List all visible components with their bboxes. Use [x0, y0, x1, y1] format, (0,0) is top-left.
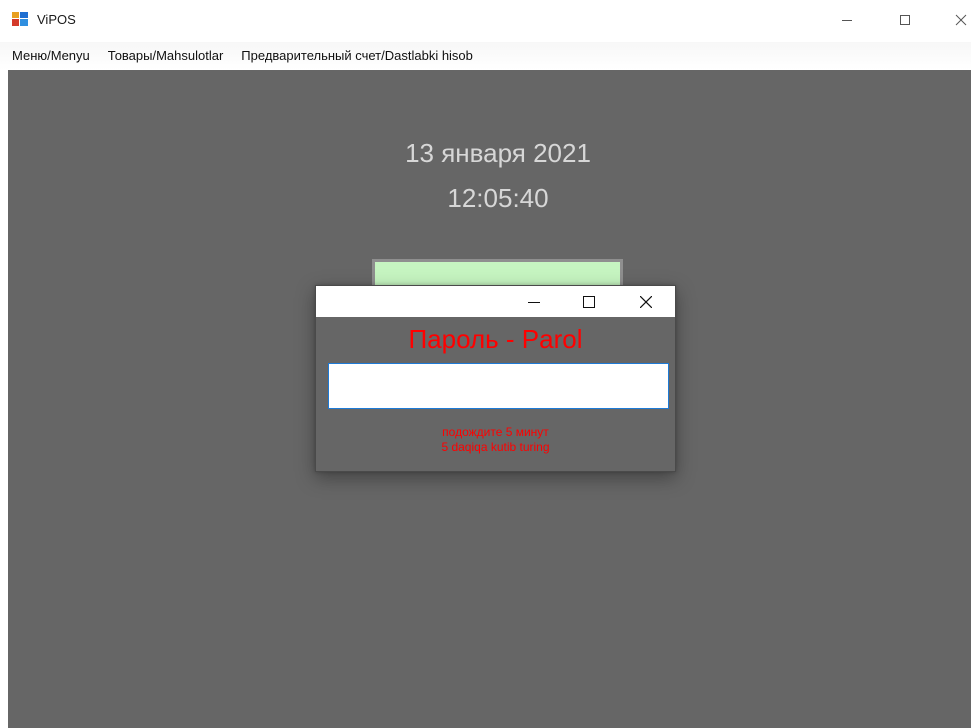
menu-item-menu[interactable]: Меню/Menyu [0, 42, 99, 70]
date-label: 13 января 2021 [405, 138, 591, 168]
password-heading: Пароль - Parol [408, 324, 583, 354]
vipos-window: ViPOS Меню/Menyu Товары/Mahsulotlar Пред… [0, 0, 971, 728]
password-input[interactable] [328, 363, 669, 409]
menu-item-products[interactable]: Товары/Mahsulotlar [99, 42, 233, 70]
maximize-button[interactable] [882, 0, 928, 40]
dialog-close-button[interactable] [623, 286, 669, 317]
minimize-button[interactable] [824, 0, 870, 40]
dialog-minimize-button[interactable] [511, 286, 557, 317]
maximize-icon [583, 295, 595, 308]
clock-label: 12:05:40 [447, 183, 549, 213]
window-title: ViPOS [37, 12, 76, 27]
wait-message-uz: 5 daqiqa kutib turing [441, 440, 550, 454]
dialog-maximize-button[interactable] [566, 286, 612, 317]
maximize-icon [900, 15, 910, 25]
vipos-app-icon [12, 12, 28, 26]
close-icon [955, 14, 967, 26]
window-titlebar[interactable]: ViPOS [0, 0, 971, 42]
close-icon [640, 295, 652, 308]
minimize-icon [528, 301, 540, 303]
wait-message-ru: подождите 5 минут [442, 425, 549, 439]
menu-bar: Меню/Menyu Товары/Mahsulotlar Предварите… [0, 42, 971, 70]
close-button[interactable] [938, 0, 971, 40]
menu-item-preliminary-bill[interactable]: Предварительный счет/Dastlabki hisob [232, 42, 482, 70]
dialog-titlebar[interactable] [316, 286, 675, 317]
minimize-icon [842, 20, 852, 21]
password-dialog: Пароль - Parol подождите 5 минут 5 daqiq… [315, 285, 676, 472]
